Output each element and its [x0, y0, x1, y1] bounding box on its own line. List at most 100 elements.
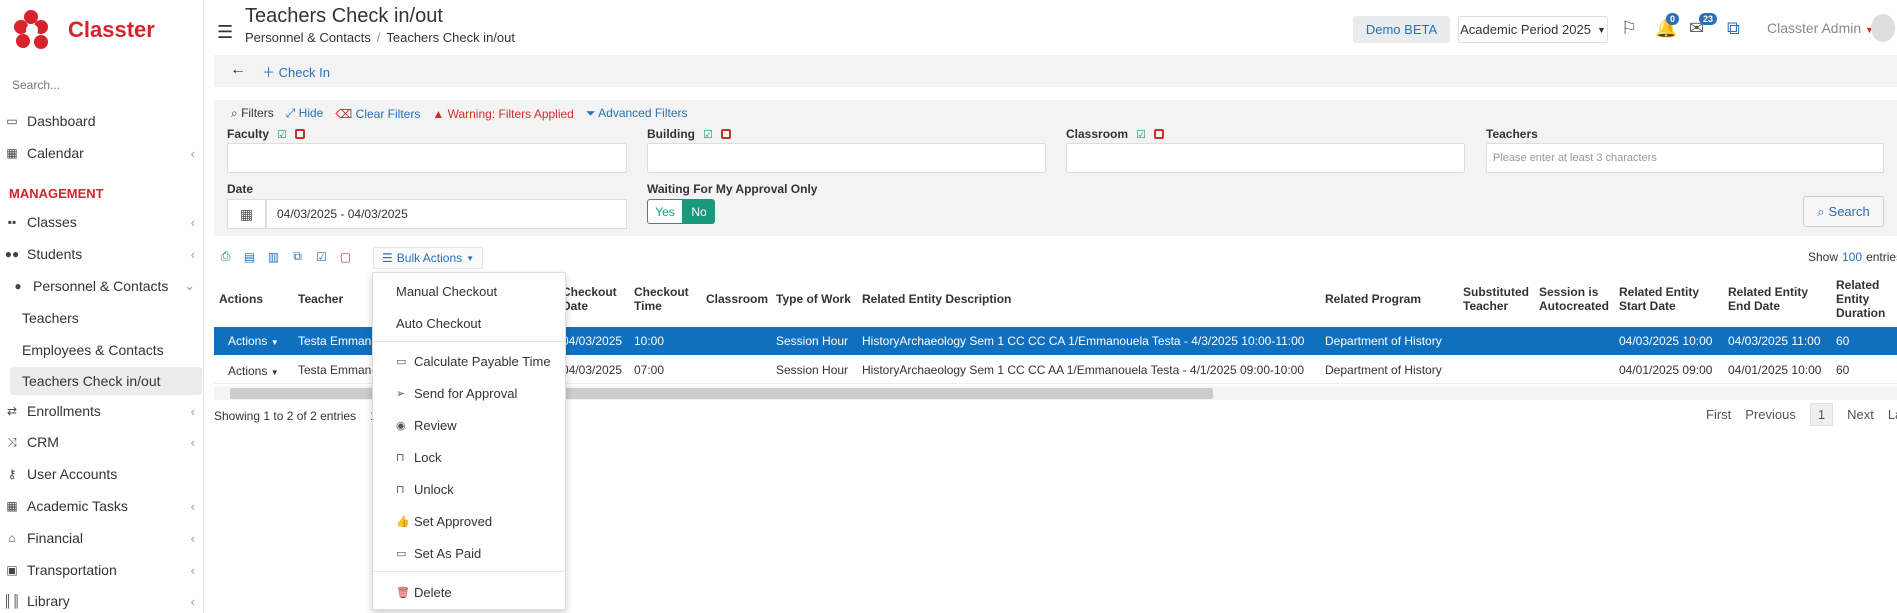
approval-no-button[interactable]: No [683, 199, 715, 224]
menu-item-review[interactable]: ◉ Review [373, 412, 565, 438]
col-header-checkout-date[interactable]: Checkout Date [562, 285, 618, 313]
pager-next[interactable]: Next [1847, 407, 1874, 422]
menu-item-send-for-approval[interactable]: ➢ Send for Approval [373, 380, 565, 406]
col-header-type-of-work[interactable]: Type of Work [776, 292, 851, 306]
flag-icon[interactable]: ⚐ [1621, 18, 1637, 39]
pager-last[interactable]: Last [1888, 407, 1897, 422]
sidebar-item-label: Academic Tasks [27, 498, 128, 514]
sidebar-search-input[interactable] [12, 78, 192, 92]
money-icon: ▭ [396, 355, 407, 368]
chevron-left-icon: ‹ [190, 562, 195, 578]
sidebar-item-transportation[interactable]: ▣ Transportation ‹ [0, 556, 203, 584]
classter-logo-icon [14, 10, 52, 50]
sidebar-item-employees-contacts[interactable]: Employees & Contacts [0, 336, 203, 364]
sidebar-item-classes[interactable]: ▪▪ Classes ‹ [0, 208, 203, 236]
deselect-all-icon[interactable] [294, 129, 305, 139]
notification-count-badge: 0 [1666, 13, 1680, 25]
breadcrumb-item[interactable]: Personnel & Contacts [245, 30, 371, 45]
key-icon: ⚷ [7, 467, 17, 481]
pdf-icon[interactable]: ▥ [266, 250, 281, 264]
faculty-select[interactable] [227, 143, 627, 173]
select-all-icon[interactable]: ☑ [314, 250, 329, 264]
menu-item-set-approved[interactable]: 👍 Set Approved [373, 508, 565, 534]
back-arrow-icon[interactable]: ← [230, 61, 246, 79]
hide-filters-link[interactable]: ⤢ Hide [286, 106, 324, 121]
sidebar-item-personnel[interactable]: ● Personnel & Contacts ⌄ [6, 272, 203, 300]
sidebar-item-dashboard[interactable]: ▭ Dashboard [0, 107, 203, 135]
pager-first[interactable]: First [1706, 407, 1731, 422]
teachers-input[interactable]: Please enter at least 3 characters [1486, 143, 1884, 173]
col-header-classroom[interactable]: Classroom [706, 292, 768, 306]
cell-type-of-work: Session Hour [776, 334, 849, 348]
sidebar-item-user-accounts[interactable]: ⚷ User Accounts [0, 460, 203, 488]
demo-beta-button[interactable]: Demo BETA [1353, 16, 1450, 43]
excel-icon[interactable]: ▤ [242, 250, 257, 264]
sidebar-item-library[interactable]: ║║ Library ‹ [0, 587, 203, 613]
row-actions-button[interactable]: Actions ▼ [228, 334, 279, 348]
col-header-session-autocreated[interactable]: Session is Autocreated [1539, 285, 1611, 313]
sidebar-item-calendar[interactable]: ▦ Calendar ‹ [0, 139, 203, 167]
sidebar-item-academic-tasks[interactable]: ▦ Academic Tasks ‹ [0, 492, 203, 520]
menu-item-delete[interactable]: 🗑 Delete [373, 579, 565, 605]
menu-item-unlock[interactable]: ⊓ Unlock [373, 476, 565, 502]
menu-item-set-as-paid[interactable]: ▭ Set As Paid [373, 540, 565, 566]
col-header-related-entity-start[interactable]: Related Entity Start Date [1619, 285, 1703, 313]
academic-period-select[interactable]: Academic Period 2025 ▼ [1458, 16, 1608, 43]
select-all-icon[interactable]: ☑ [1136, 128, 1146, 141]
sidebar-item-enrollments[interactable]: ⇄ Enrollments ‹ [0, 397, 203, 425]
deselect-all-icon[interactable]: ▢ [338, 250, 353, 264]
cell-checkout-time: 10:00 [634, 334, 665, 348]
sidebar-item-financial[interactable]: ⌂ Financial ‹ [0, 524, 203, 552]
bulk-actions-button[interactable]: ☰ Bulk Actions ▼ [373, 247, 484, 269]
pager-previous[interactable]: Previous [1745, 407, 1796, 422]
menu-divider [373, 571, 565, 572]
select-all-icon[interactable]: ☑ [277, 128, 287, 141]
deselect-all-icon[interactable] [1153, 129, 1164, 139]
layers-plus-icon[interactable]: ⧉ [1727, 18, 1740, 39]
user-menu[interactable]: Classter Admin ▼ [1767, 20, 1874, 36]
chevron-left-icon: ‹ [190, 246, 195, 262]
menu-item-lock[interactable]: ⊓ Lock [373, 444, 565, 470]
page-length-select[interactable]: 100 [1842, 250, 1862, 264]
brand-logo[interactable]: Classter [14, 10, 155, 50]
calendar-icon: ▦ [6, 146, 18, 160]
date-range-input[interactable]: 04/03/2025 - 04/03/2025 [266, 199, 627, 229]
check-in-button[interactable]: ＋ Check In [262, 62, 330, 81]
sidebar-item-label: Calendar [27, 145, 84, 161]
menu-item-calculate-payable-time[interactable]: ▭ Calculate Payable Time [373, 348, 565, 374]
col-header-checkout-time[interactable]: Checkout Time [634, 285, 690, 313]
avatar[interactable] [1871, 14, 1895, 42]
building-select[interactable] [647, 143, 1046, 173]
sidebar-item-crm[interactable]: ⤨ CRM ‹ [0, 428, 203, 456]
col-header-actions[interactable]: Actions [219, 292, 263, 306]
sidebar-item-students[interactable]: ●● Students ‹ [0, 240, 203, 268]
deselect-all-icon[interactable] [720, 129, 731, 139]
col-header-related-entity-end[interactable]: Related Entity End Date [1728, 285, 1808, 313]
menu-item-auto-checkout[interactable]: Auto Checkout [373, 310, 565, 336]
cell-related-entity-end: 04/01/2025 10:00 [1728, 363, 1822, 377]
row-actions-button[interactable]: Actions ▼ [228, 364, 279, 378]
users-icon: ●● [4, 247, 20, 261]
col-header-substituted-teacher[interactable]: Substituted Teacher [1463, 285, 1533, 313]
sidebar-item-label: Dashboard [27, 113, 96, 129]
col-header-related-entity-duration[interactable]: Related Entity Duration [1836, 278, 1896, 320]
copy-icon[interactable]: ⧉ [290, 249, 305, 264]
sidebar-item-teachers[interactable]: Teachers [0, 304, 203, 332]
print-icon[interactable]: ⎙ [218, 249, 233, 264]
classroom-select[interactable] [1066, 143, 1465, 173]
col-header-related-program[interactable]: Related Program [1325, 292, 1421, 306]
select-all-icon[interactable]: ☑ [703, 128, 713, 141]
pager-current-page[interactable]: 1 [1809, 403, 1834, 426]
search-button[interactable]: ⌕ Search [1803, 196, 1884, 227]
menu-toggle-icon[interactable]: ☰ [217, 22, 233, 43]
menu-item-manual-checkout[interactable]: Manual Checkout [373, 278, 565, 304]
cell-checkout-date: 04/03/2025 [562, 334, 623, 348]
approval-yes-button[interactable]: Yes [647, 199, 683, 224]
advanced-filters-link[interactable]: ⏷ Advanced Filters [586, 106, 688, 121]
clear-filters-link[interactable]: ⌫ Clear Filters [335, 107, 420, 121]
sidebar-item-teachers-checkinout[interactable]: Teachers Check in/out [10, 367, 202, 395]
search-icon: ⌕ [1817, 203, 1825, 219]
col-header-related-entity-description[interactable]: Related Entity Description [862, 292, 1011, 306]
calendar-icon[interactable]: ▦ [227, 199, 266, 229]
col-header-teacher[interactable]: Teacher [298, 292, 343, 306]
